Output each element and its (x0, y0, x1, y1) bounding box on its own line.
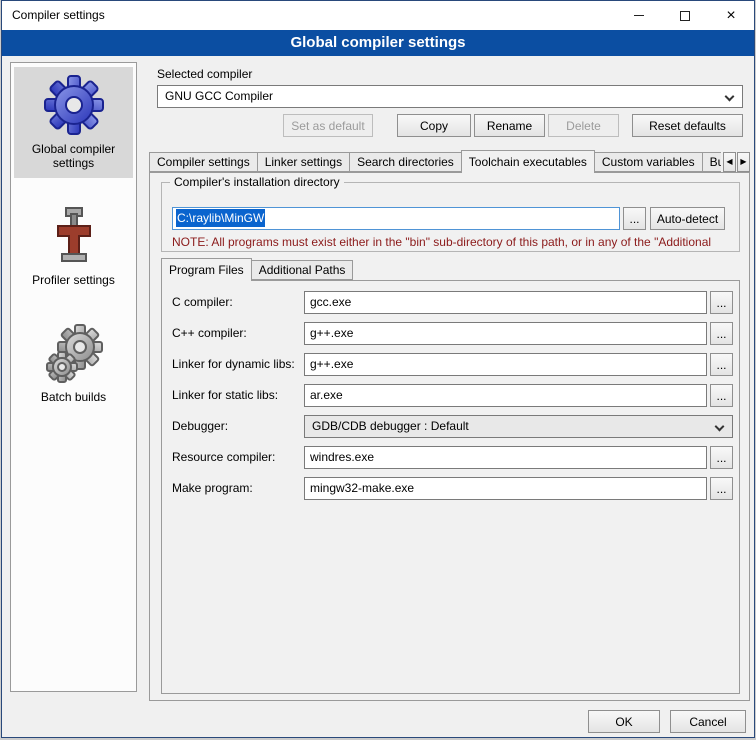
resource-compiler-browse-button[interactable]: ... (710, 446, 733, 469)
tab-custom-variables[interactable]: Custom variables (594, 152, 703, 172)
cpp-compiler-value: g++.exe (310, 326, 353, 340)
install-dir-input[interactable]: C:\raylib\MinGW (172, 207, 620, 230)
close-button[interactable]: × (708, 1, 754, 30)
auto-detect-button[interactable]: Auto-detect (650, 207, 725, 230)
sidebar-item-profiler-settings[interactable]: Profiler settings (14, 198, 133, 295)
install-dir-group: Compiler's installation directory C:\ray… (161, 182, 740, 252)
delete-button[interactable]: Delete (548, 114, 619, 137)
close-icon: × (726, 1, 735, 30)
static-linker-label: Linker for static libs: (172, 388, 278, 402)
static-linker-browse-button[interactable]: ... (710, 384, 733, 407)
dialog-header: Global compiler settings (2, 30, 754, 56)
selected-text: C:\raylib\MinGW (176, 209, 265, 227)
ok-button[interactable]: OK (588, 710, 660, 733)
debugger-label: Debugger: (172, 419, 228, 433)
profiler-tool-icon (42, 204, 106, 268)
maximize-icon (680, 11, 690, 21)
static-linker-input[interactable]: ar.exe (304, 384, 707, 407)
field-row-debugger: Debugger: GDB/CDB debugger : Default (172, 415, 733, 438)
c-compiler-input[interactable]: gcc.exe (304, 291, 707, 314)
field-row-c-compiler: C compiler: gcc.exe ... (172, 291, 733, 314)
chevron-down-icon (725, 92, 735, 102)
field-row-dynamic-linker: Linker for dynamic libs: g++.exe ... (172, 353, 733, 376)
field-row-resource-compiler: Resource compiler: windres.exe ... (172, 446, 733, 469)
tab-search-directories[interactable]: Search directories (349, 152, 462, 172)
tab-additional-paths[interactable]: Additional Paths (251, 260, 354, 280)
program-files-panel: C compiler: gcc.exe ... C++ compiler: g+… (161, 280, 740, 694)
make-program-browse-button[interactable]: ... (710, 477, 733, 500)
tab-linker-settings[interactable]: Linker settings (257, 152, 350, 172)
compiler-select[interactable]: GNU GCC Compiler (157, 85, 743, 108)
resource-compiler-value: windres.exe (310, 450, 374, 464)
tab-scroll-right-button[interactable]: ▶ (737, 152, 750, 172)
make-program-label: Make program: (172, 481, 253, 495)
tab-build-options[interactable]: Buil (702, 152, 721, 172)
debugger-select[interactable]: GDB/CDB debugger : Default (304, 415, 733, 438)
sidebar-item-label: Batch builds (41, 390, 106, 404)
sidebar-item-label: Profiler settings (32, 273, 115, 287)
dynamic-linker-input[interactable]: g++.exe (304, 353, 707, 376)
debugger-value: GDB/CDB debugger : Default (312, 419, 469, 433)
make-program-value: mingw32-make.exe (310, 481, 414, 495)
sidebar-item-batch-builds[interactable]: Batch builds (14, 315, 133, 412)
dynamic-linker-browse-button[interactable]: ... (710, 353, 733, 376)
field-row-cpp-compiler: C++ compiler: g++.exe ... (172, 322, 733, 345)
set-as-default-button[interactable]: Set as default (283, 114, 373, 137)
compiler-settings-dialog: Compiler settings × Global compiler sett… (1, 0, 755, 738)
rename-button[interactable]: Rename (474, 114, 545, 137)
tab-compiler-settings[interactable]: Compiler settings (149, 152, 258, 172)
main-tabstrip: Compiler settings Linker settings Search… (149, 150, 750, 173)
copy-button[interactable]: Copy (397, 114, 471, 137)
resource-compiler-label: Resource compiler: (172, 450, 275, 464)
reset-defaults-button[interactable]: Reset defaults (632, 114, 743, 137)
dynamic-linker-label: Linker for dynamic libs: (172, 357, 295, 371)
c-compiler-label: C compiler: (172, 295, 233, 309)
titlebar: Compiler settings × (2, 1, 754, 30)
static-linker-value: ar.exe (310, 388, 343, 402)
gray-gears-icon (42, 321, 106, 385)
sidebar-item-label: Global compiler settings (32, 142, 115, 170)
program-tabstrip: Program Files Additional Paths (161, 258, 740, 281)
field-row-make-program: Make program: mingw32-make.exe ... (172, 477, 733, 500)
install-dir-group-label: Compiler's installation directory (170, 175, 344, 189)
sidebar: Global compiler settings Profiler settin… (10, 62, 137, 692)
dialog-header-title: Global compiler settings (290, 34, 465, 51)
make-program-input[interactable]: mingw32-make.exe (304, 477, 707, 500)
cpp-compiler-input[interactable]: g++.exe (304, 322, 707, 345)
cpp-compiler-browse-button[interactable]: ... (710, 322, 733, 345)
install-dir-browse-button[interactable]: ... (623, 207, 646, 230)
tab-program-files[interactable]: Program Files (161, 258, 252, 281)
minimize-icon (634, 15, 644, 16)
cpp-compiler-label: C++ compiler: (172, 326, 247, 340)
dynamic-linker-value: g++.exe (310, 357, 353, 371)
cancel-button[interactable]: Cancel (670, 710, 746, 733)
maximize-button[interactable] (662, 1, 708, 30)
install-dir-note: NOTE: All programs must exist either in … (172, 235, 734, 249)
sidebar-item-global-compiler-settings[interactable]: Global compiler settings (14, 67, 133, 178)
window-title: Compiler settings (12, 1, 105, 30)
field-row-static-linker: Linker for static libs: ar.exe ... (172, 384, 733, 407)
tab-toolchain-executables[interactable]: Toolchain executables (461, 150, 595, 173)
minimize-button[interactable] (616, 1, 662, 30)
chevron-down-icon (715, 422, 725, 432)
main-tabs: Compiler settings Linker settings Search… (149, 150, 721, 173)
compiler-select-value: GNU GCC Compiler (165, 89, 273, 103)
toolchain-executables-panel: Compiler's installation directory C:\ray… (149, 172, 750, 701)
c-compiler-value: gcc.exe (310, 295, 351, 309)
blue-gear-icon (42, 73, 106, 137)
c-compiler-browse-button[interactable]: ... (710, 291, 733, 314)
selected-compiler-label: Selected compiler (157, 67, 252, 81)
resource-compiler-input[interactable]: windres.exe (304, 446, 707, 469)
tab-scroll-left-button[interactable]: ◀ (723, 152, 736, 172)
